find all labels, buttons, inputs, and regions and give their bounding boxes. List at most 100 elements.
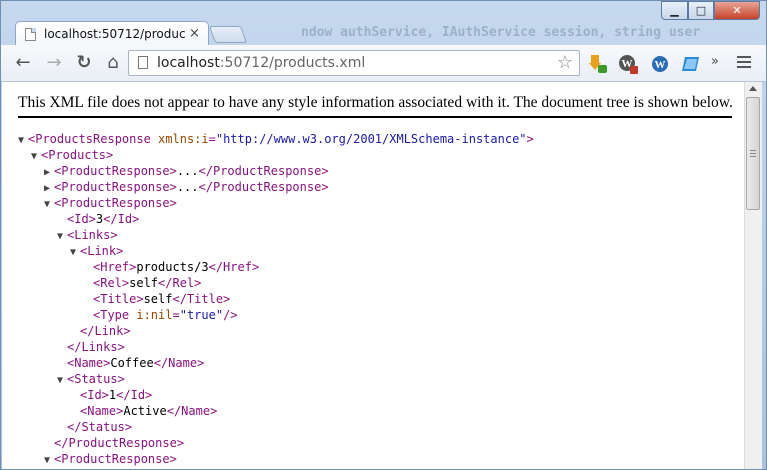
xml-tag: <Type [93, 308, 137, 322]
background-window-text: ndow authService, IAuthService session, … [301, 25, 701, 40]
back-arrow-icon[interactable]: ← [11, 51, 35, 75]
home-icon[interactable]: ⌂ [101, 51, 125, 75]
xml-tag: <Rel> [93, 276, 130, 290]
star-icon[interactable]: ☆ [557, 52, 573, 73]
tab-products-xml[interactable]: localhost:50712/products. × [15, 21, 209, 47]
xml-tag: <Link> [80, 244, 124, 258]
notice-divider [18, 116, 732, 118]
xml-tag: </Links> [67, 340, 125, 354]
vertical-scrollbar[interactable] [744, 82, 762, 469]
xml-tag: <ProductsResponse [28, 132, 159, 146]
download-extension-icon[interactable] [588, 54, 608, 74]
xml-line: ▼ <ProductResponse> [18, 195, 534, 211]
minimize-button[interactable]: ▁ [661, 1, 688, 20]
close-window-button[interactable]: ✕ [714, 1, 760, 20]
xml-txt: Active [123, 404, 167, 418]
xml-line: </Links> [18, 339, 534, 355]
xml-tag: </Rel> [158, 276, 202, 290]
xml-line: <Id>3</Id> [18, 211, 534, 227]
url-text[interactable]: localhost:50712/products.xml [157, 55, 365, 71]
xml-tag: <Title> [93, 292, 144, 306]
xml-txt: Coffee [110, 356, 154, 370]
xml-tag: = [172, 308, 180, 322]
wordpress-icon[interactable]: W [650, 54, 670, 74]
xml-tag: <ProductResponse> [54, 164, 177, 178]
reload-icon[interactable]: ↻ [72, 51, 96, 75]
xml-tag: </ProductResponse> [54, 436, 185, 450]
xml-line: ▼ <Products> [18, 147, 534, 163]
extensions-overflow-button[interactable]: » [711, 54, 719, 69]
xml-tag: <ProductResponse> [54, 196, 177, 210]
xml-tag: <Name> [67, 356, 111, 370]
xml-line: <Name>Coffee</Name> [18, 355, 534, 371]
svg-text:W: W [655, 59, 666, 71]
xml-tag: /> [223, 308, 238, 322]
xml-tag: <Id> [80, 388, 109, 402]
tab-close-icon[interactable]: × [189, 26, 200, 41]
xml-val: "http://www.w3.org/2001/XMLSchema-instan… [215, 132, 527, 146]
xml-line: ▼ <ProductResponse> [18, 451, 534, 467]
collapse-arrow-icon[interactable]: ▼ [44, 453, 54, 469]
xml-tag: <Products> [41, 148, 114, 162]
xml-tag: </Title> [172, 292, 231, 306]
xml-line: ▶ <ProductResponse>...</ProductResponse> [18, 179, 534, 195]
scroll-up-arrow-icon[interactable] [749, 86, 757, 91]
xml-tag: </Id> [116, 388, 153, 402]
xml-attr: i:nil [136, 308, 173, 322]
xml-line: </Link> [18, 323, 534, 339]
xml-line: ▼ <ProductsResponse xmlns:i="http://www.w… [18, 131, 534, 147]
xml-style-notice: This XML file does not appear to have an… [18, 94, 733, 111]
xml-tag: <Id> [67, 212, 96, 226]
forward-arrow-icon[interactable]: → [42, 51, 66, 75]
xml-tag: <Href> [93, 260, 137, 274]
xml-tag: </Status> [67, 420, 133, 434]
xml-line: ▼ <Link> [18, 243, 534, 259]
xml-tag: </ProductResponse> [198, 180, 329, 194]
browser-toolbar: ← → ↻ ⌂ localhost:50712/products.xml ☆ W… [1, 45, 766, 82]
xml-tag: <Links> [67, 228, 118, 242]
xml-tag: = [208, 132, 216, 146]
xml-line: <Name>Active</Name> [18, 403, 534, 419]
xml-tag: </Href> [208, 260, 260, 274]
maximize-button[interactable]: □ [688, 1, 714, 20]
address-bar[interactable]: localhost:50712/products.xml ☆ [128, 50, 580, 76]
xml-tag: </ProductResponse> [198, 164, 329, 178]
xml-line: <Id>1</Id> [18, 387, 534, 403]
xml-line: <Href>products/3</Href> [18, 259, 534, 275]
xml-tag: </Link> [80, 324, 131, 338]
xml-txt: self [129, 276, 159, 290]
xml-tag: <ProductResponse> [54, 452, 177, 466]
xml-line: <Rel>self</Rel> [18, 275, 534, 291]
xml-tag: <ProductResponse> [54, 180, 177, 194]
tablet-extension-icon[interactable] [681, 54, 701, 74]
xml-line: ▼ <Status> [18, 371, 534, 387]
xml-line: <Type i:nil="true"/> [18, 307, 534, 323]
xml-line: </Status> [18, 419, 534, 435]
xml-line: ▶ <ProductResponse>...</ProductResponse> [18, 163, 534, 179]
tab-strip: ndow authService, IAuthService session, … [1, 1, 766, 47]
chrome-menu-icon[interactable] [737, 56, 751, 71]
xml-tag: </Id> [103, 212, 140, 226]
scrollbar-thumb[interactable] [746, 97, 760, 210]
new-tab-button[interactable] [208, 26, 248, 43]
xml-txt: products/3 [136, 260, 209, 274]
page-icon [138, 56, 148, 69]
xml-txt: self [143, 292, 173, 306]
xml-tag: <Status> [67, 372, 125, 386]
xml-line: <Title>self</Title> [18, 291, 534, 307]
xml-txt: ... [176, 180, 199, 194]
xml-tag: </Name> [166, 404, 218, 418]
xml-val: "true" [179, 308, 224, 322]
xml-attr: xmlns:i [158, 132, 209, 146]
browser-window: ndow authService, IAuthService session, … [0, 0, 767, 470]
page-content: This XML file does not appear to have an… [2, 82, 744, 469]
xml-document-tree: ▼ <ProductsResponse xmlns:i="http://www.w… [18, 131, 534, 467]
wordpress-alert-icon[interactable]: W [618, 54, 638, 74]
xml-line: ▼ <Links> [18, 227, 534, 243]
page-icon [25, 28, 36, 41]
xml-line: </ProductResponse> [18, 435, 534, 451]
xml-tag: > [526, 132, 534, 146]
xml-txt: ... [176, 164, 199, 178]
xml-tag: <Name> [80, 404, 124, 418]
xml-tag: </Name> [153, 356, 205, 370]
